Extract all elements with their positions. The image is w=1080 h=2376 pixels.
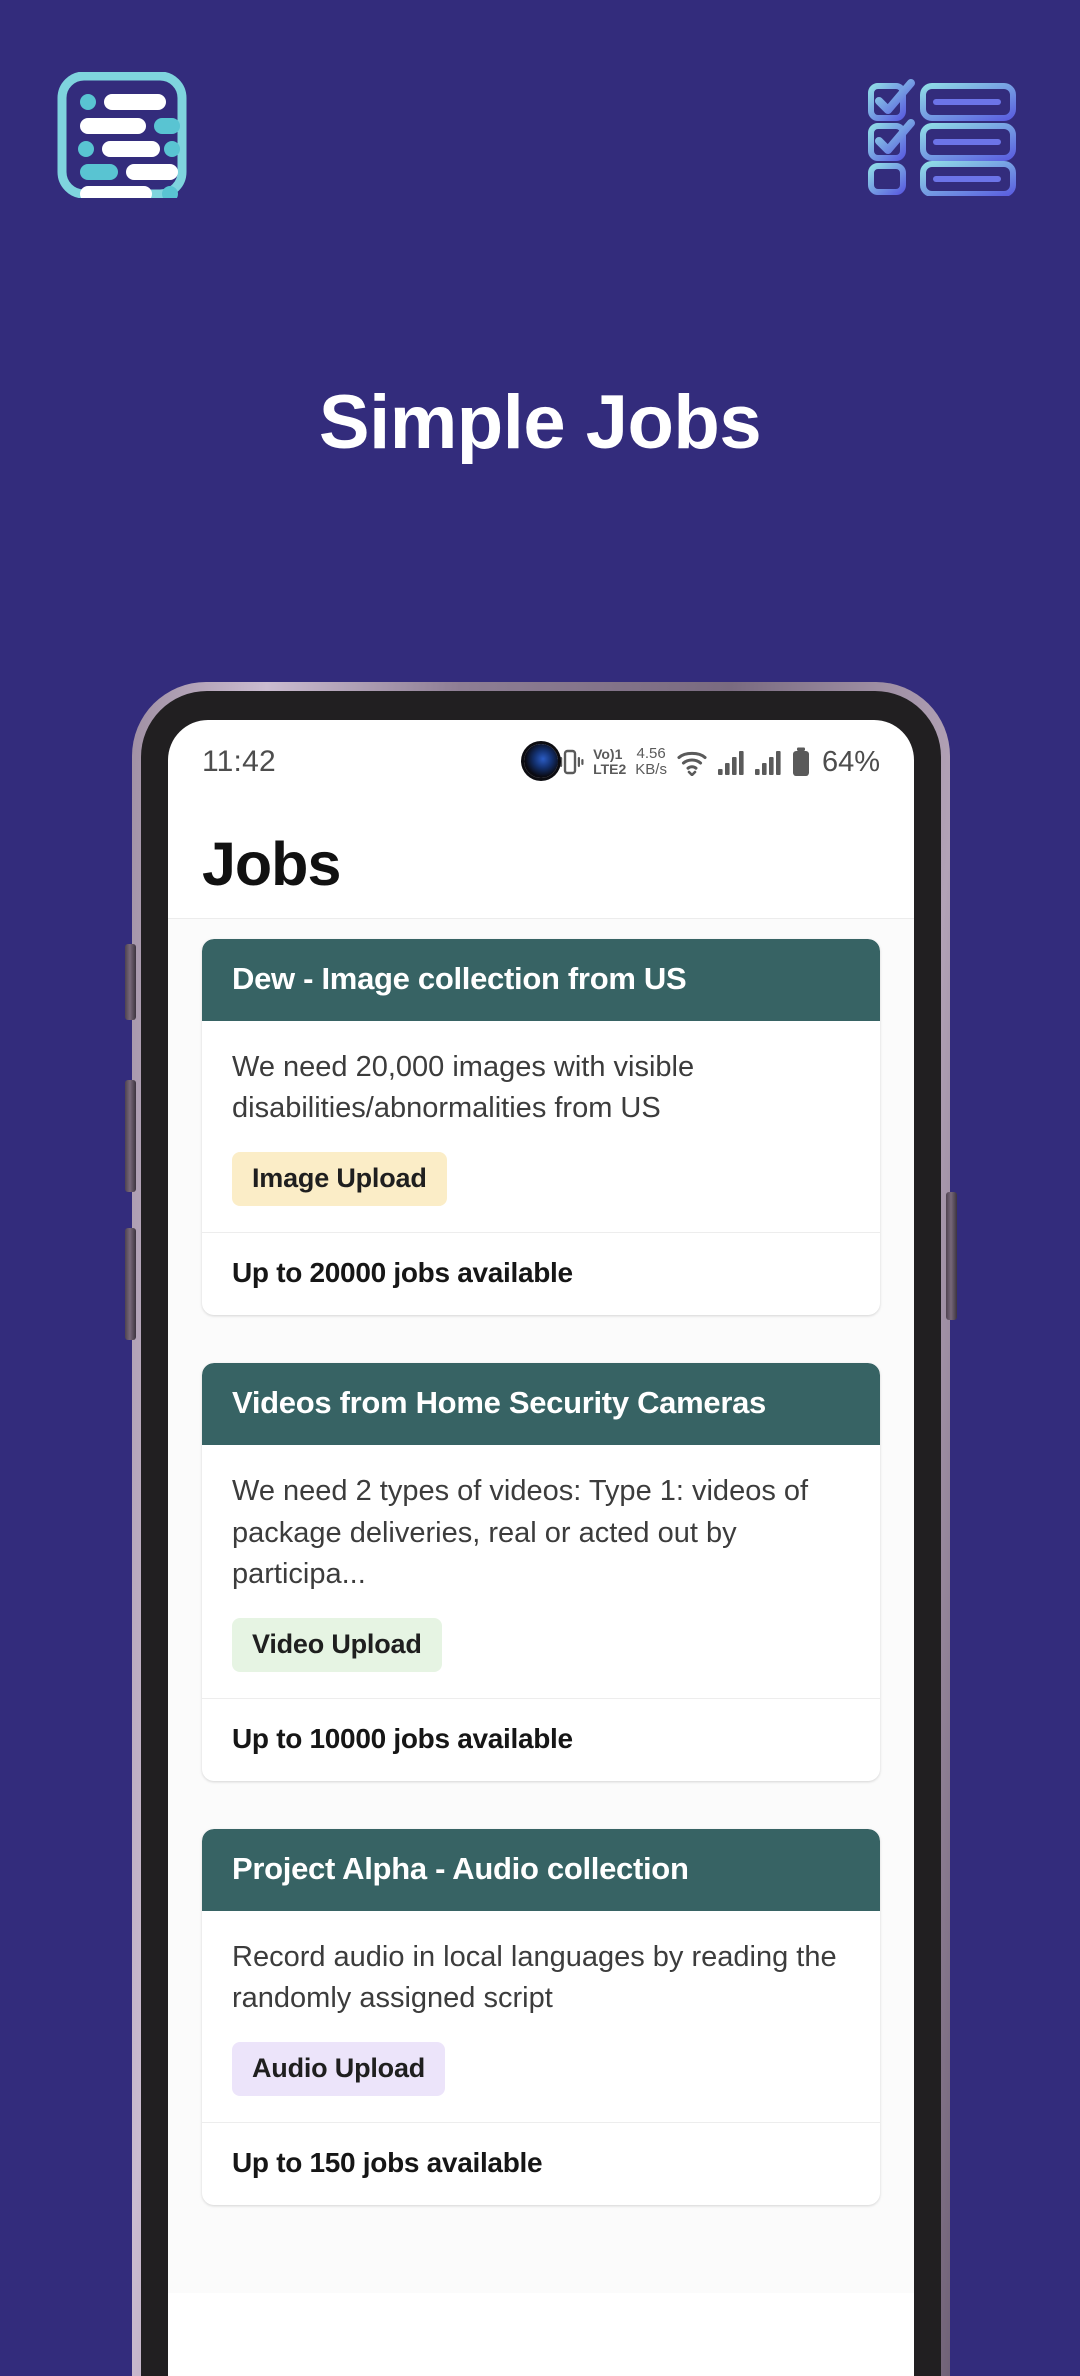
page-title: Simple Jobs <box>318 380 762 465</box>
job-description: We need 2 types of videos: Type 1: video… <box>232 1474 809 1591</box>
network-speed-indicator: 4.56 KB/s <box>635 746 667 778</box>
app-bar: Jobs <box>168 788 914 920</box>
job-availability: Up to 20000 jobs available <box>202 1232 880 1315</box>
volte-label-top: Vo)1 <box>593 746 623 762</box>
volte-label-bottom: LTE2 <box>593 761 627 777</box>
battery-icon <box>792 747 809 776</box>
job-title: Project Alpha - Audio collection <box>232 1851 689 1887</box>
signal-sim1-icon <box>717 751 744 775</box>
document-lines-icon <box>56 71 188 202</box>
job-card-body: We need 20,000 images with visible disab… <box>202 1021 880 1233</box>
battery-percent: 64% <box>821 745 880 778</box>
volte-icon: Vo)1 LTE2 <box>593 747 626 777</box>
phone-side-button-top[interactable] <box>125 944 136 1020</box>
status-time: 11:42 <box>202 745 276 778</box>
front-camera-icon <box>524 744 558 778</box>
status-icons: Vo)1 LTE2 4.56 KB/s 64% <box>556 746 880 779</box>
job-card-header: Project Alpha - Audio collection <box>202 1829 880 1911</box>
job-availability: Up to 10000 jobs available <box>202 1698 880 1781</box>
job-type-badge: Video Upload <box>232 1618 442 1673</box>
volume-up-button[interactable] <box>125 1080 136 1192</box>
job-type-badge: Image Upload <box>232 1152 447 1207</box>
promo-screenshot: Simple Jobs 11:42 Vo)1 LTE2 4.56 KB/s 64… <box>0 0 1080 2376</box>
job-description: We need 20,000 images with visible disab… <box>232 1050 695 1125</box>
checklist-icon <box>867 78 1017 197</box>
job-card-body: We need 2 types of videos: Type 1: video… <box>202 1445 880 1698</box>
vibrate-icon <box>556 749 584 775</box>
job-title: Videos from Home Security Cameras <box>232 1385 766 1421</box>
job-card-body: Record audio in local languages by readi… <box>202 1911 880 2123</box>
job-card[interactable]: Dew - Image collection from US We need 2… <box>202 939 880 1316</box>
power-button[interactable] <box>946 1192 957 1320</box>
job-card[interactable]: Project Alpha - Audio collection Record … <box>202 1829 880 2206</box>
wifi-icon <box>677 751 707 776</box>
network-speed-value: 4.56 <box>636 745 666 762</box>
job-description: Record audio in local languages by readi… <box>232 1940 837 2015</box>
network-speed-unit: KB/s <box>635 761 667 778</box>
job-type-badge: Audio Upload <box>232 2042 446 2097</box>
volume-down-button[interactable] <box>125 1228 136 1340</box>
job-availability: Up to 150 jobs available <box>202 2122 880 2205</box>
job-card-header: Videos from Home Security Cameras <box>202 1363 880 1445</box>
app-bar-title: Jobs <box>202 830 341 898</box>
job-title: Dew - Image collection from US <box>232 961 687 997</box>
signal-sim2-icon <box>754 751 781 775</box>
job-card-header: Dew - Image collection from US <box>202 939 880 1021</box>
phone-mockup: 11:42 Vo)1 LTE2 4.56 KB/s 64% Jobs Dew -… <box>125 682 957 2376</box>
phone-screen: 11:42 Vo)1 LTE2 4.56 KB/s 64% Jobs Dew -… <box>168 720 914 2376</box>
job-list[interactable]: Dew - Image collection from US We need 2… <box>168 919 914 2294</box>
job-card[interactable]: Videos from Home Security Cameras We nee… <box>202 1363 880 1782</box>
